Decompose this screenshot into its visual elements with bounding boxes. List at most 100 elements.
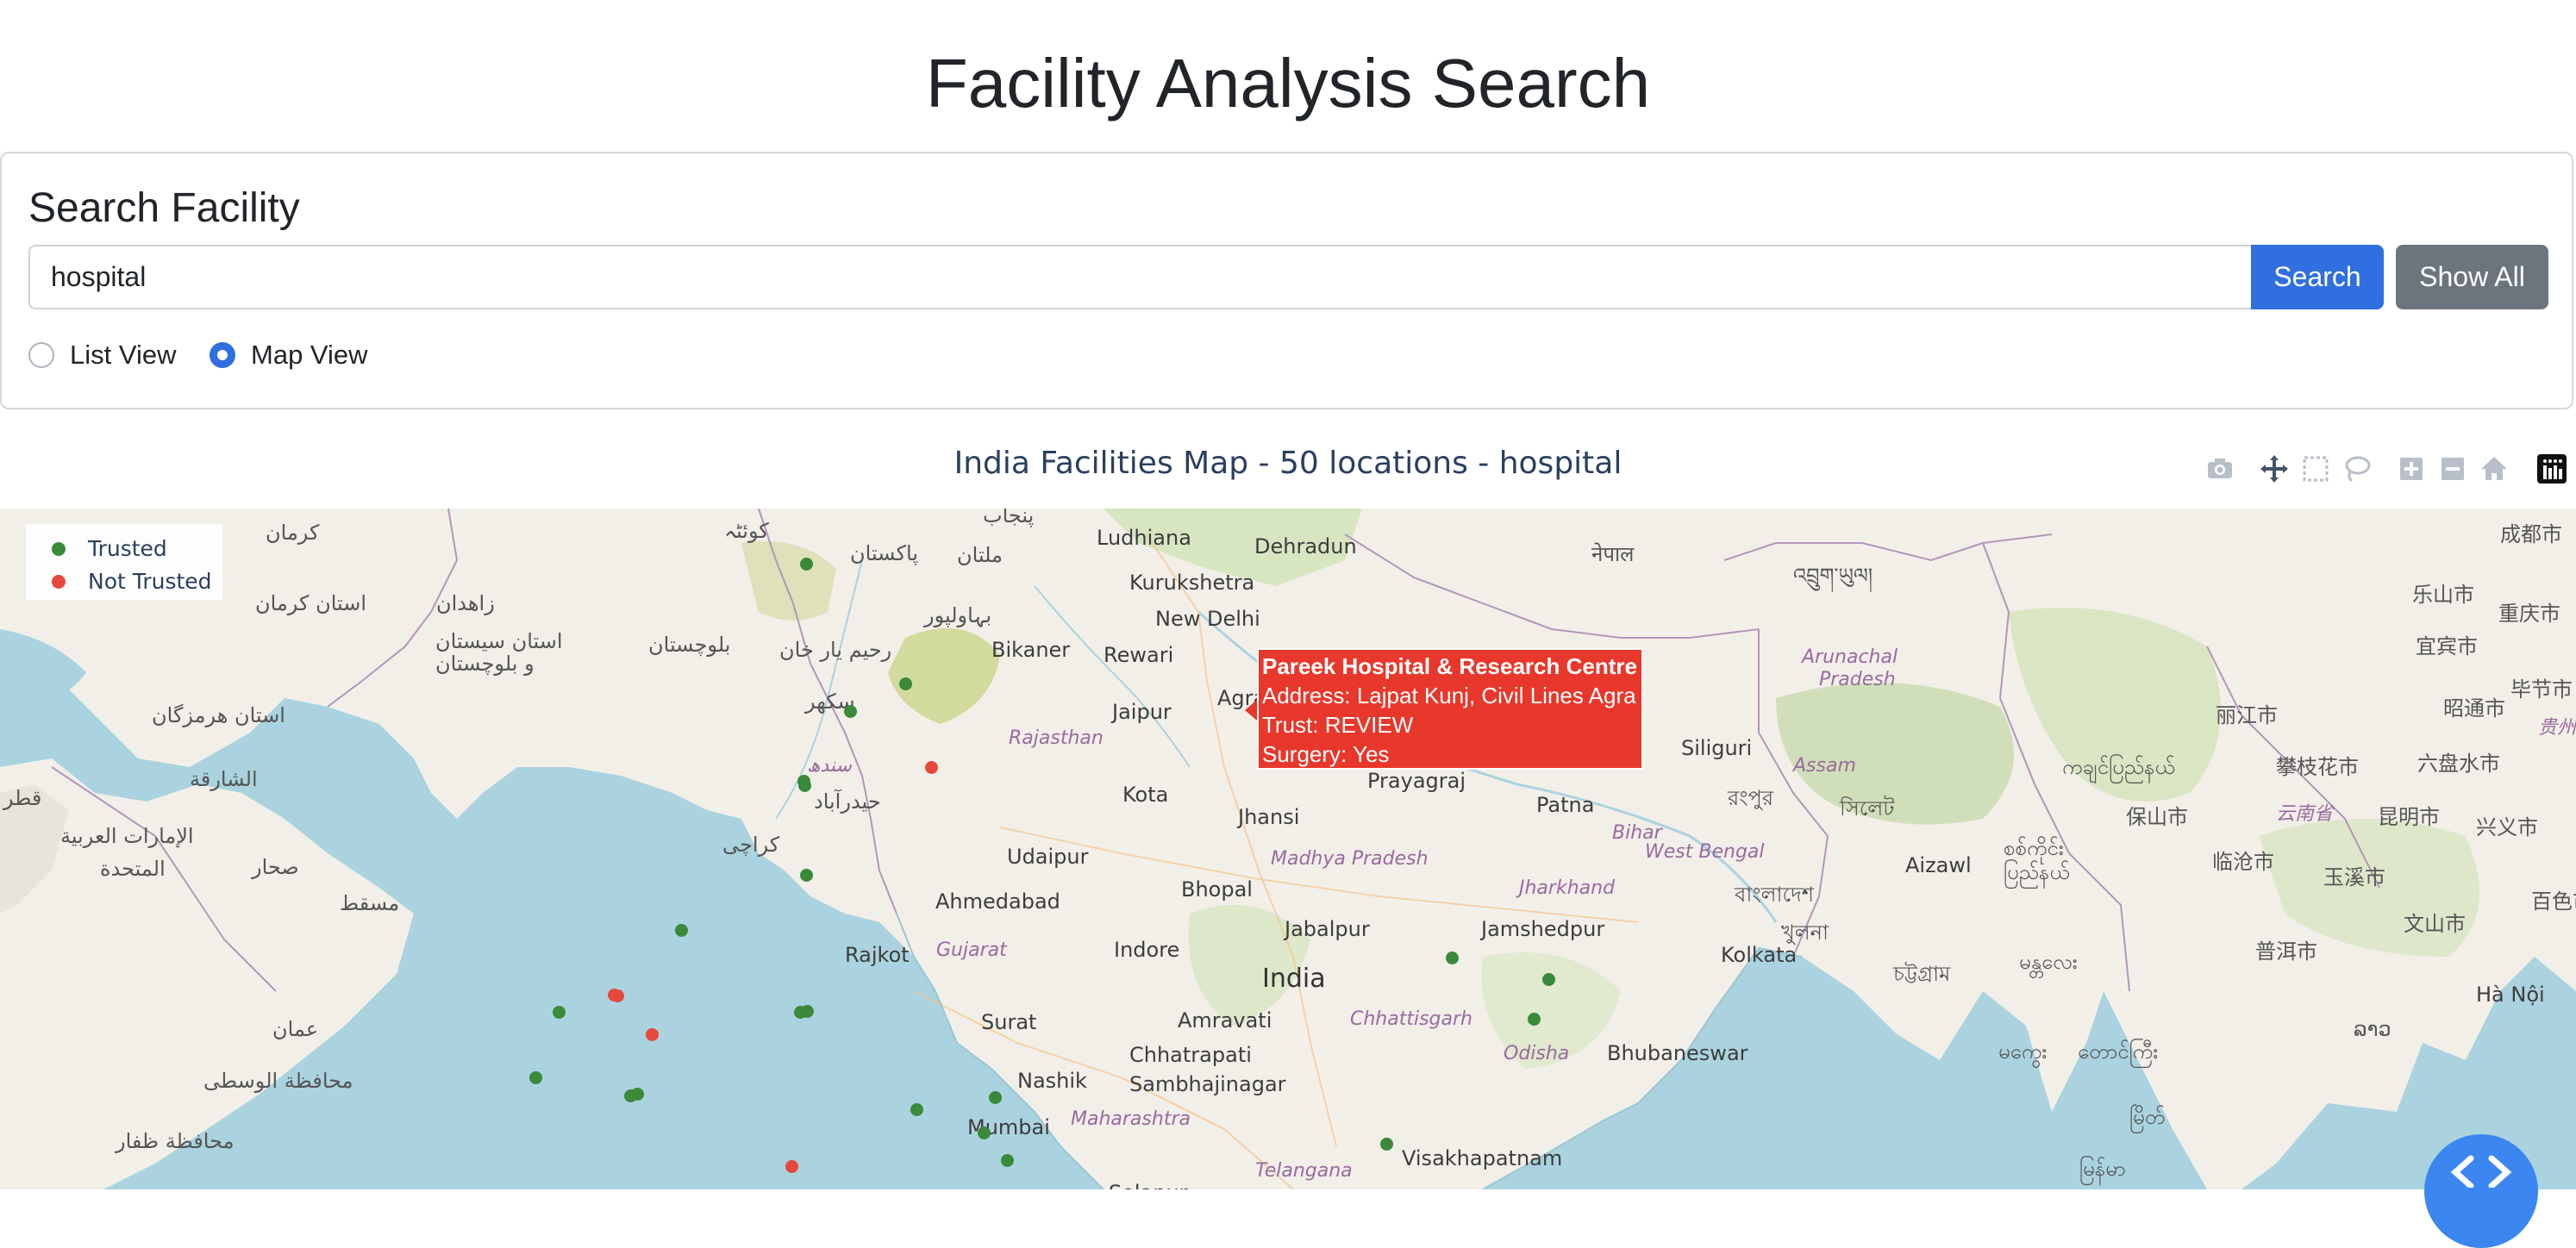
map-label-oman: عمان [272,1017,319,1041]
map-label-bhopal: Bhopal [1181,877,1253,902]
zoom-in-icon[interactable] [2394,452,2429,486]
search-button[interactable]: Search [2251,245,2384,309]
map-area[interactable]: Ludhiana Dehradun Kurukshetra New Delhi … [0,509,2576,1189]
map-label-quetta: کوئٹہ [724,519,769,543]
search-card-title: Search Facility [28,185,300,231]
map-label-hanoi: Hà Nội [2476,983,2545,1007]
show-all-button[interactable]: Show All [2396,245,2548,309]
map-label-rajasthan: Rajasthan [1009,727,1104,749]
map-label-lijiang: 丽江市 [2216,703,2278,727]
map-label-multan: ملتان [957,543,1003,567]
code-toggle-button[interactable] [2424,1134,2538,1248]
map-label-muscat: مسقط [340,891,400,915]
map-label-uae-2: المتحدة [100,857,166,881]
map-label-yunnan: 云南省 [2276,803,2334,825]
lasso-icon[interactable] [2340,452,2374,486]
search-card: Search Facility Search Show All List Vie… [0,152,2573,409]
map-label-myanmar: မြန်မာ [2079,1157,2126,1181]
map-label-pu-er: 普洱市 [2255,939,2317,964]
map-label-ludhiana: Ludhiana [1097,526,1191,550]
map-label-nepal: नेपाल [1591,542,1635,566]
map-label-bikaner: Bikaner [991,638,1071,662]
map-label-yuxi: 玉溪市 [2323,865,2385,889]
map-label-rangpur: রংপুর [1728,786,1774,810]
map-label-prayagraj: Prayagraj [1367,769,1466,793]
trusted-facility-marker[interactable] [799,557,813,571]
trusted-facility-marker[interactable] [1446,951,1460,964]
not-trusted-facility-marker[interactable] [646,1027,659,1041]
trusted-facility-marker[interactable] [674,923,688,937]
map-label-lincang: 临沧市 [2212,850,2274,874]
map-label-indore: Indore [1114,938,1180,962]
map-view-option[interactable]: Map View [209,338,368,372]
map-label-wenshan: 文山市 [2404,912,2466,936]
map-label-karachi: کراچی [722,833,780,857]
map-view-label: Map View [251,340,368,370]
map-label-kota: Kota [1122,783,1169,807]
map-label-burma-myeik: မြိတ် [2129,1105,2166,1129]
tooltip-facility-name: Pareek Hospital & Research Centre [1262,653,1637,679]
box-select-icon[interactable] [2298,452,2333,486]
map-label-wusta: محافظة الوسطى [203,1069,353,1093]
trusted-facility-marker[interactable] [898,677,912,691]
map-label-bhubaneswar: Bhubaneswar [1607,1041,1748,1065]
list-view-option[interactable]: List View [28,338,177,372]
trusted-facility-marker[interactable] [1541,973,1555,987]
map-label-jamshedpur: Jamshedpur [1481,917,1605,941]
map-label-suhar: صحار [252,855,299,879]
map-label-zhaotong: 昭通市 [2443,696,2505,721]
map-label-burma-state: ပြည်နယ် [2004,860,2070,884]
map-label-kurukshetra: Kurukshetra [1129,571,1255,595]
plotly-logo-icon[interactable] [2535,452,2569,486]
map-label-chengdu: 成都市 [2500,522,2562,546]
map-label-solapur: Solapur [1109,1181,1188,1189]
map-label-siliguri: Siliguri [1681,736,1753,760]
map-legend[interactable]: Trusted Not Trusted [26,524,222,600]
trusted-facility-marker[interactable] [843,704,857,718]
map-label-burma-taunggyi: တောင်ကြီး [2078,1039,2159,1064]
map-label-khulna: খুলনা [1781,920,1829,945]
map-view-radio[interactable] [209,342,235,368]
not-trusted-facility-marker[interactable] [610,989,624,1003]
map-label-baluchestan: و بلوچستان [435,652,535,676]
map-label-telangana: Telangana [1255,1160,1353,1182]
map-label-rajkot: Rajkot [845,943,910,967]
map-label-panzhihua: 攀枝花市 [2276,755,2359,779]
map-label-patna: Patna [1536,793,1595,817]
map-label-chittagong: চট্টগ্রাম [1893,962,1951,986]
trusted-facility-marker[interactable] [977,1126,991,1139]
trusted-facility-marker[interactable] [910,1102,924,1116]
legend-item-trusted[interactable]: Trusted [52,536,167,561]
trusted-facility-marker[interactable] [1379,1137,1393,1151]
map-label-punjab-pk: پنجاب [983,509,1035,527]
map-label-burma-kachin: ကချင်ပြည်နယ် [2062,755,2175,779]
map-label-jhansi: Jhansi [1238,805,1300,829]
map-label-kerman-province: استان کرمان [255,591,367,615]
map-label-arunachal-2: Pradesh [1819,669,1896,690]
legend-item-not-trusted[interactable]: Not Trusted [52,569,212,594]
map-label-zahedan: زاهدان [436,591,495,615]
tooltip-surgery: Surgery: Yes [1262,741,1390,767]
trusted-facility-marker[interactable] [988,1090,1002,1104]
map-label-maharashtra: Maharashtra [1071,1108,1191,1130]
search-input[interactable] [28,245,2253,309]
home-icon[interactable] [2477,452,2511,486]
map-label-jharkhand: Jharkhand [1519,877,1616,899]
map-label-burma-mandalay: မန္တလေး [2019,950,2078,974]
map-label-balochistan: بلوچستان [648,633,731,657]
map-label-new-delhi: New Delhi [1155,607,1260,631]
map-label-bangladesh: বাংলাদেশ [1735,883,1814,907]
map-label-amravati: Amravati [1178,1008,1272,1033]
pan-icon[interactable] [2257,452,2292,486]
map-label-sylhet: সিলেট [1840,796,1895,821]
camera-icon[interactable] [2203,452,2237,486]
trusted-facility-marker[interactable] [797,778,811,792]
zoom-out-icon[interactable] [2435,452,2470,486]
trusted-facility-marker[interactable] [1000,1153,1014,1167]
list-view-radio[interactable] [28,342,54,368]
map-label-guizhou: 贵州省 [2538,717,2576,739]
tooltip-trust: Trust: REVIEW [1262,712,1414,738]
code-icon [2450,1155,2512,1188]
not-trusted-facility-marker[interactable] [925,760,938,774]
map-label-jabalpur: Jabalpur [1285,917,1370,941]
